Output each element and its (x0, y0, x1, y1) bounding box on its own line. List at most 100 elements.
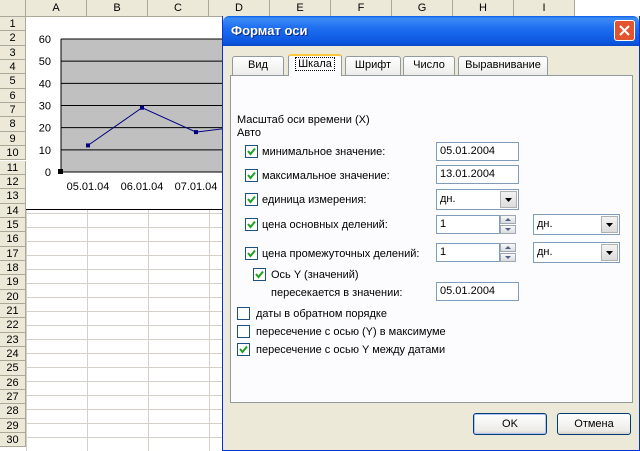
row-header[interactable]: 5 (0, 74, 26, 89)
row-header[interactable]: 17 (0, 246, 26, 261)
row-header[interactable]: 1 (0, 17, 26, 32)
axis-selection-handle[interactable] (58, 169, 63, 174)
y-tick-label: 50 (39, 56, 51, 68)
min-value-input[interactable]: 05.01.2004 (436, 142, 519, 161)
dialog-titlebar[interactable]: Формат оси (223, 16, 639, 46)
ok-button[interactable]: OK (473, 413, 547, 435)
row-header[interactable]: 3 (0, 45, 26, 61)
column-header[interactable]: B (87, 0, 148, 17)
row-header[interactable]: 18 (0, 260, 26, 276)
column-header[interactable]: G (392, 0, 453, 17)
tab-scale[interactable]: Шкала (288, 54, 342, 76)
minor-unit-dropdown-button[interactable] (601, 244, 618, 261)
reverse-label: даты в обратном порядке (256, 308, 387, 320)
y-tick-label: 10 (39, 145, 51, 157)
column-headers: ABCDEFGHI (0, 0, 640, 17)
row-header[interactable]: 23 (0, 332, 26, 348)
row-header[interactable]: 13 (0, 189, 26, 204)
yaxis-label: Ось Y (значений) (271, 269, 359, 281)
data-point[interactable] (194, 130, 198, 135)
row-header[interactable]: 19 (0, 275, 26, 290)
row-header[interactable]: 22 (0, 318, 26, 333)
data-point[interactable] (140, 105, 144, 110)
cross-value-input[interactable]: 05.01.2004 (436, 282, 519, 301)
spin-up-button[interactable] (500, 243, 516, 252)
tab-alignment[interactable]: Выравнивание (458, 56, 548, 75)
row-header[interactable]: 30 (0, 433, 26, 448)
spin-up-button[interactable] (500, 215, 516, 224)
unit-dropdown-button[interactable] (500, 191, 517, 208)
row-header[interactable]: 11 (0, 160, 26, 175)
column-header[interactable]: C (148, 0, 209, 17)
row-header[interactable]: 14 (0, 203, 26, 218)
row-header[interactable]: 24 (0, 347, 26, 362)
data-point[interactable] (86, 143, 90, 148)
minor-spinner[interactable] (500, 243, 516, 262)
minor-unit-select[interactable]: дн. (533, 242, 620, 263)
major-spinner[interactable] (500, 215, 516, 234)
min-label: минимальное значение: (262, 146, 386, 158)
check-icon (247, 147, 256, 156)
column-header[interactable]: A (26, 0, 87, 17)
row-header[interactable]: 29 (0, 418, 26, 434)
major-value-input[interactable]: 1 (436, 215, 500, 234)
row-header[interactable]: 2 (0, 31, 26, 46)
chevron-down-icon (606, 222, 613, 227)
spin-down-button[interactable] (500, 225, 516, 234)
column-header[interactable]: F (331, 0, 392, 17)
y-tick-label: 0 (45, 167, 51, 179)
column-header[interactable]: D (209, 0, 270, 17)
check-icon (247, 220, 256, 229)
row-header[interactable]: 10 (0, 146, 26, 161)
tab-font[interactable]: Шрифт (345, 56, 401, 75)
y-tick-label: 60 (39, 34, 51, 46)
max-value-input[interactable]: 13.01.2004 (436, 165, 519, 184)
y-tick-label: 40 (39, 78, 51, 90)
tab-number[interactable]: Число (403, 56, 455, 75)
row-header[interactable]: 21 (0, 304, 26, 319)
minor-value-input[interactable]: 1 (436, 243, 500, 262)
scale-heading: Масштаб оси времени (X) (237, 114, 370, 126)
major-checkbox[interactable] (245, 218, 258, 231)
line-chart: 60 50 40 30 20 10 0 05.01.04 06.01.04 07.01.04 (39, 34, 240, 193)
row-header[interactable]: 27 (0, 390, 26, 405)
y-tick-label: 30 (39, 101, 51, 113)
row-header[interactable]: 28 (0, 404, 26, 419)
y-tick-label: 20 (39, 123, 51, 135)
row-header[interactable]: 9 (0, 131, 26, 147)
row-header[interactable]: 16 (0, 232, 26, 247)
close-button[interactable] (614, 20, 635, 41)
check-icon (247, 171, 256, 180)
major-unit-dropdown-button[interactable] (601, 216, 618, 233)
row-header[interactable]: 6 (0, 88, 26, 104)
unit-checkbox[interactable] (245, 193, 258, 206)
minor-checkbox[interactable] (245, 247, 258, 260)
cross-max-checkbox[interactable] (237, 325, 250, 338)
row-header[interactable]: 7 (0, 103, 26, 118)
row-header[interactable]: 4 (0, 60, 26, 75)
unit-select[interactable]: дн. (436, 189, 519, 210)
unit-select-value: дн. (440, 193, 456, 205)
column-header[interactable]: H (453, 0, 514, 17)
min-checkbox[interactable] (245, 145, 258, 158)
tab-view[interactable]: Вид (232, 56, 284, 75)
between-checkbox[interactable] (237, 343, 250, 356)
cancel-button[interactable]: Отмена (557, 413, 631, 435)
max-label: максимальное значение: (262, 170, 390, 182)
column-header[interactable]: E (270, 0, 331, 17)
reverse-checkbox[interactable] (237, 307, 250, 320)
cross-max-label: пересечение с осью (Y) в максимуме (256, 326, 446, 338)
row-header[interactable]: 26 (0, 375, 26, 391)
row-header[interactable]: 25 (0, 361, 26, 376)
row-header[interactable]: 12 (0, 174, 26, 190)
auto-heading: Авто (237, 127, 261, 139)
yaxis-checkbox[interactable] (253, 268, 266, 281)
row-header[interactable]: 15 (0, 217, 26, 233)
chart-object[interactable]: 60 50 40 30 20 10 0 05.01.04 06.01.04 07.01.04 (26, 17, 240, 210)
column-header[interactable]: I (514, 0, 575, 17)
spin-down-button[interactable] (500, 253, 516, 262)
major-unit-select[interactable]: дн. (533, 214, 620, 235)
max-checkbox[interactable] (245, 169, 258, 182)
row-header[interactable]: 8 (0, 117, 26, 132)
row-header[interactable]: 20 (0, 289, 26, 304)
